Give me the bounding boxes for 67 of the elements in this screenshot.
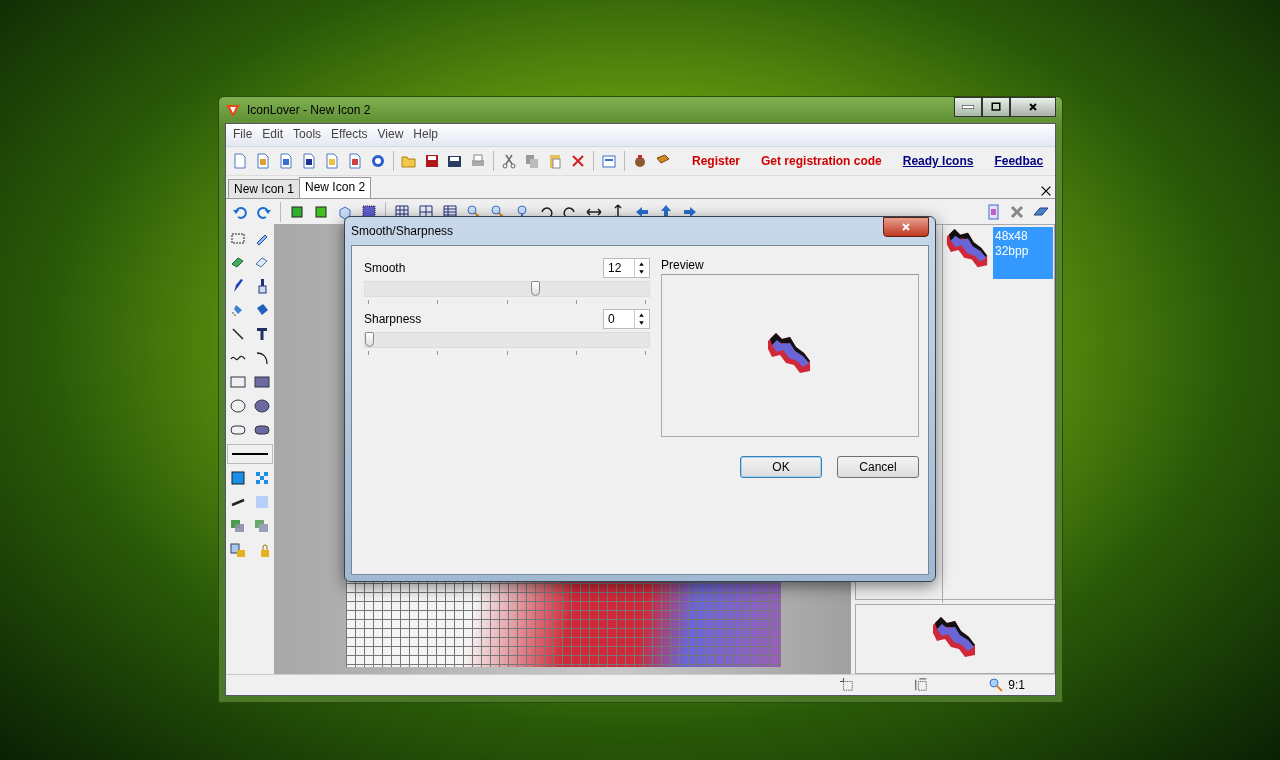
new-document-icon[interactable] [232,153,248,169]
document-icon[interactable] [278,153,294,169]
line-icon[interactable] [230,326,246,342]
spin-box[interactable]: 0 [603,309,650,329]
filled-ellipse-icon[interactable] [254,398,270,414]
dialog-button[interactable]: Cancel [837,455,919,478]
rectangle-icon[interactable] [230,374,246,390]
ellipse-icon[interactable] [230,398,246,414]
arc-icon[interactable] [254,350,270,366]
line-width-dropdown[interactable] [227,444,273,464]
minimize-icon [962,105,974,109]
document-icon[interactable] [255,153,271,169]
remove-icon[interactable] [1009,203,1025,220]
close-tab-icon[interactable] [1039,184,1053,198]
maximize-button[interactable] [982,97,1010,117]
close-icon [900,221,912,233]
zoom-level: 9:1 [1008,678,1025,692]
save-all-icon[interactable] [447,153,463,169]
page-icon[interactable] [985,203,1001,220]
preview-label: Preview [661,258,705,272]
rounded-rectangle-icon[interactable] [230,422,246,438]
slider-label: Smooth [364,261,406,275]
toolbar-link[interactable]: Feedbac [994,154,1044,168]
dialog-close-button[interactable] [883,217,929,237]
document-tab[interactable]: New Icon 2 [299,177,372,198]
filled-square-icon[interactable] [230,470,246,486]
selection-size-icon [840,678,855,692]
line-width-icon [232,453,268,455]
dimensions-icon [914,678,929,692]
slider-thumb[interactable] [365,332,374,347]
filled-rectangle-icon[interactable] [254,374,270,390]
dialog-title: Smooth/Sharpness [351,224,454,238]
layers-icon[interactable] [230,518,246,534]
dialog-button[interactable]: OK [740,455,822,478]
square-icon[interactable] [313,203,329,220]
window-title: IconLover - New Icon 2 [247,103,372,117]
spin-box[interactable]: 12 [603,258,650,278]
cut-icon[interactable] [501,153,517,169]
close-icon [1027,101,1039,113]
zoom-icon [988,677,1005,693]
properties-icon[interactable] [601,153,617,169]
menu-item[interactable]: File [229,126,257,144]
app-logo-icon [225,102,241,118]
maximize-icon [990,101,1002,113]
menu-item[interactable]: Help [409,126,442,144]
delete-icon[interactable] [570,153,586,169]
menu-item[interactable]: View [373,126,408,144]
minimize-button[interactable] [954,97,982,117]
selection-icon[interactable] [230,230,246,246]
toolbar-action[interactable]: Register [692,154,741,168]
slider-label: Sharpness [364,312,422,326]
document-tab[interactable]: New Icon 1 [228,179,301,198]
close-button[interactable] [1010,97,1056,117]
print-icon[interactable] [470,153,486,169]
menu-item[interactable]: Tools [289,126,326,144]
menu-item[interactable]: Effects [327,126,372,144]
document-icon[interactable] [347,153,363,169]
text-tool-icon[interactable] [254,326,270,342]
pixels-icon[interactable] [254,470,270,486]
save-icon[interactable] [424,153,440,169]
filled-rounded-rectangle-icon[interactable] [254,422,270,438]
document-icon[interactable] [324,153,340,169]
toolbar-link[interactable]: Ready Icons [902,154,974,168]
square-icon[interactable] [289,203,305,220]
menu-item[interactable]: Edit [258,126,288,144]
toolbar-action[interactable]: Get registration code [761,154,882,168]
slider-thumb[interactable] [530,281,540,296]
